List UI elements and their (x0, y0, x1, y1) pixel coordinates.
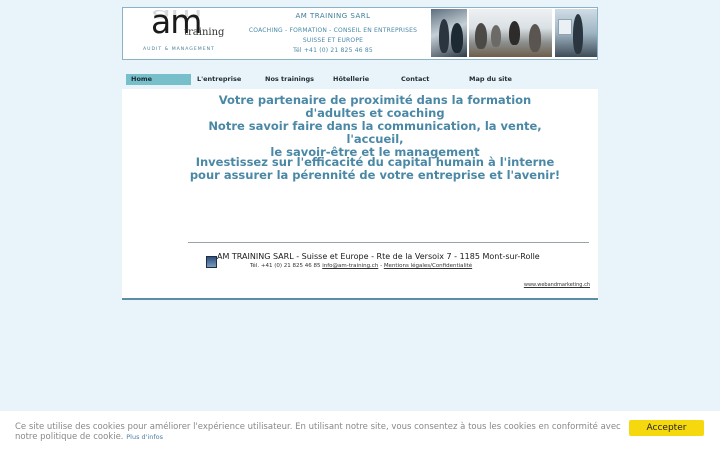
region-text: SUISSE ET EUROPE (302, 37, 364, 44)
company-flag-icon (206, 256, 217, 268)
accept-cookies-button[interactable]: Accepter (629, 420, 704, 436)
footer-separator: - (380, 263, 383, 269)
footer-divider (188, 242, 589, 243)
mission-statement: Investissez sur l'efficacité du capital … (188, 156, 562, 182)
cookie-banner: Ce site utilise des cookies pour amélior… (0, 411, 720, 450)
company-logo[interactable]: am am training AUDIT & MANAGEMENT (143, 2, 243, 57)
classroom-photo (469, 9, 552, 57)
company-name: AM TRAINING SARL (295, 12, 371, 20)
nav-item-contact[interactable]: Contact (396, 74, 461, 85)
cookie-more-info-link[interactable]: Plus d'infos (126, 433, 163, 441)
cookie-text: Ce site utilise des cookies pour amélior… (15, 422, 621, 442)
tagline-line: Notre savoir faire dans la communication… (208, 119, 542, 146)
tagline-line: Votre partenaire de proximité dans la fo… (218, 93, 532, 120)
nav-item-trainings[interactable]: Nos trainings (260, 74, 325, 85)
site-header: am am training AUDIT & MANAGEMENT AM TRA… (122, 2, 598, 60)
presenter-photo (555, 9, 597, 57)
main-content: Votre partenaire de proximité dans la fo… (122, 89, 598, 300)
company-tagline: COACHING - FORMATION - CONSEIL EN ENTREP… (233, 26, 433, 56)
credit-link[interactable]: www.webandmarketing.ch (524, 282, 590, 288)
cookie-message: Ce site utilise des cookies pour amélior… (15, 422, 625, 442)
logo-training: training (184, 27, 225, 38)
nav-item-home[interactable]: Home (126, 74, 191, 85)
footer-phone: Tél. +41 (0) 21 825 46 85 (250, 263, 321, 269)
main-nav: Home L'entreprise Nos trainings Hôteller… (122, 74, 598, 85)
services-text: COACHING - FORMATION - CONSEIL EN ENTREP… (248, 27, 418, 34)
mission-line: pour assurer la pérennité de votre entre… (189, 168, 561, 182)
footer-contact: Tél. +41 (0) 21 825 46 85 info@am-traini… (250, 263, 550, 269)
header-phone: Tél +41 (0) 21 825 46 85 (293, 47, 373, 54)
footer-address: AM TRAINING SARL - Suisse et Europe - Rt… (217, 252, 540, 261)
footer-email-link[interactable]: info@am-training.ch (322, 263, 378, 269)
tagline: Votre partenaire de proximité dans la fo… (188, 94, 562, 159)
team-meeting-photo (431, 9, 467, 57)
nav-item-entreprise[interactable]: L'entreprise (192, 74, 257, 85)
logo-subtitle: AUDIT & MANAGEMENT (143, 47, 215, 52)
nav-item-hotellerie[interactable]: Hôtellerie (328, 74, 393, 85)
nav-item-sitemap[interactable]: Map du site (464, 74, 529, 85)
legal-link[interactable]: Mentions légales/Confidentialité (384, 263, 472, 269)
